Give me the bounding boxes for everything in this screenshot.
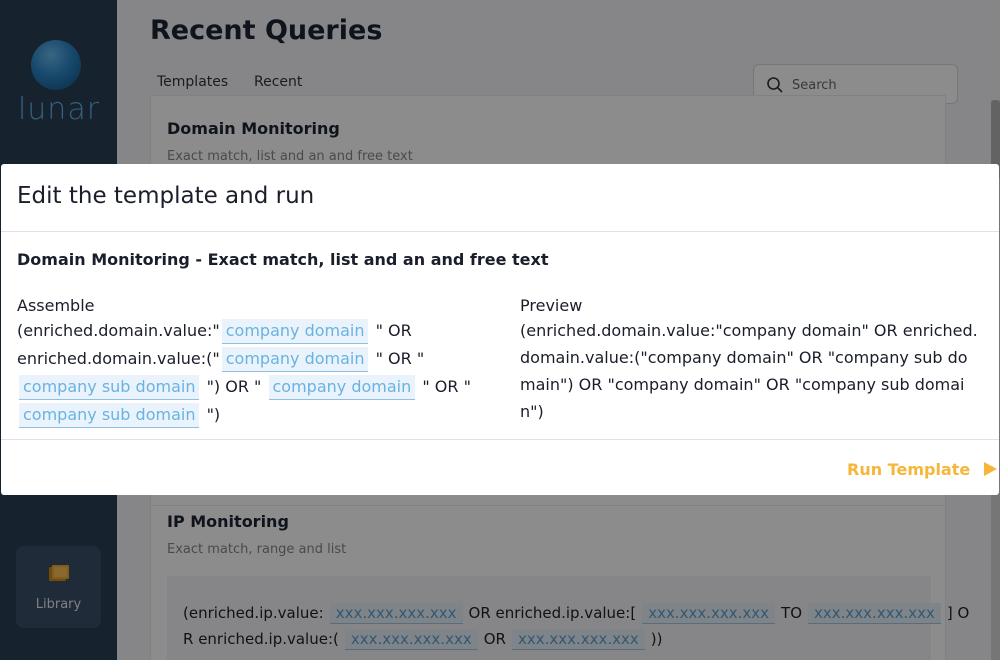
- template-field-company-domain[interactable]: company domain: [221, 347, 369, 372]
- assemble-editor: (enriched.domain.value:" company domain "…: [17, 317, 497, 429]
- template-field-company-domain[interactable]: company domain: [221, 319, 369, 344]
- assemble-text: ") OR ": [206, 377, 262, 396]
- assemble-label: Assemble: [17, 296, 95, 315]
- assemble-text: " OR ": [422, 377, 471, 396]
- play-icon: [984, 462, 998, 476]
- preview-label: Preview: [520, 296, 583, 315]
- preview-text: (enriched.domain.value:"company domain" …: [520, 321, 978, 421]
- modal-subtitle: Domain Monitoring - Exact match, list an…: [17, 250, 549, 269]
- template-field-company-domain[interactable]: company domain: [268, 375, 416, 400]
- assemble-text: (enriched.domain.value:": [17, 321, 220, 340]
- modal-title: Edit the template and run: [17, 183, 315, 209]
- assemble-text: "): [206, 405, 221, 424]
- template-field-company-sub-domain[interactable]: company sub domain: [19, 375, 200, 400]
- template-field-company-sub-domain[interactable]: company sub domain: [19, 403, 200, 428]
- divider: [1, 231, 999, 232]
- run-template-label: Run Template: [847, 459, 971, 479]
- edit-template-modal: Edit the template and run Domain Monitor…: [1, 164, 999, 495]
- divider: [1, 439, 999, 440]
- assemble-text: " OR ": [375, 349, 425, 368]
- run-template-button[interactable]: Run Template: [847, 457, 998, 481]
